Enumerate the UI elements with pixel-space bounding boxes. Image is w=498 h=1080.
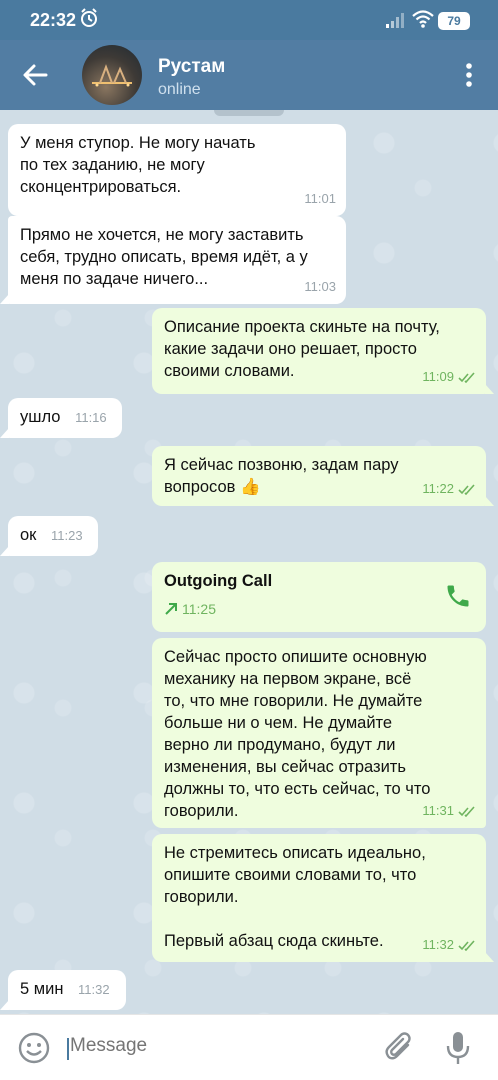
emoji-icon[interactable]: [18, 1032, 50, 1064]
message-text: ушло: [20, 408, 61, 426]
message-outgoing[interactable]: Сейчас просто опишите основную механику …: [152, 638, 486, 828]
double-check-icon: [458, 805, 475, 817]
message-list[interactable]: У меня ступор. Не могу начать по тех зад…: [0, 110, 498, 1014]
message-time: 11:31: [422, 803, 454, 818]
scroll-indicator: [214, 110, 284, 116]
chat-header[interactable]: Рустам online: [0, 40, 498, 110]
message-input[interactable]: [70, 1035, 360, 1057]
alarm-icon: [81, 8, 97, 27]
message-time: 11:01: [304, 191, 336, 206]
message-text: У меня ступор. Не могу начать по тех зад…: [20, 134, 256, 196]
double-check-icon: [458, 939, 475, 951]
battery-indicator: 79: [438, 12, 470, 30]
text-cursor: [67, 1038, 69, 1060]
status-time: 22:32: [30, 10, 77, 30]
phone-call-icon[interactable]: [444, 582, 472, 610]
message-time: 11:32: [78, 982, 110, 997]
message-incoming[interactable]: ушло 11:16: [0, 398, 122, 438]
message-outgoing[interactable]: Не стремитесь описать идеально, опишите …: [152, 834, 494, 962]
message-time: 11:03: [304, 279, 336, 294]
outgoing-arrow-icon: [165, 603, 177, 615]
contact-name[interactable]: Рустам: [158, 56, 225, 78]
message-text: Сейчас просто опишите основную механику …: [164, 648, 431, 820]
call-title: Outgoing Call: [164, 572, 273, 590]
message-text: ок: [20, 526, 37, 544]
contact-status: online: [158, 81, 201, 98]
message-time: 11:22: [422, 481, 454, 496]
message-incoming[interactable]: Прямо не хочется, не могу заставить себя…: [0, 216, 346, 304]
message-incoming[interactable]: У меня ступор. Не могу начать по тех зад…: [8, 124, 346, 216]
status-bar: 22:32 79: [0, 0, 498, 40]
message-time: 11:23: [51, 528, 83, 543]
message-time: 11:16: [75, 410, 107, 425]
message-text: Прямо не хочется, не могу заставить себя…: [20, 226, 308, 288]
double-check-icon: [458, 371, 475, 383]
more-options-icon[interactable]: [462, 62, 476, 88]
message-outgoing[interactable]: Описание проекта скиньте на почту, какие…: [152, 308, 494, 394]
message-outgoing[interactable]: Я сейчас позвоню, задам пару вопросов 👍 …: [152, 446, 494, 506]
call-time: 11:25: [182, 601, 216, 617]
contact-avatar[interactable]: [82, 45, 142, 105]
signal-icon: [386, 13, 404, 28]
message-incoming[interactable]: 5 мин 11:32: [0, 970, 126, 1010]
avatar-image: [92, 64, 132, 87]
message-incoming[interactable]: ок 11:23: [0, 516, 98, 556]
attach-icon[interactable]: [384, 1031, 416, 1065]
message-text: 5 мин: [20, 980, 64, 998]
message-composer: [0, 1014, 498, 1080]
message-time: 11:09: [422, 369, 454, 384]
call-message[interactable]: Outgoing Call 11:25: [152, 562, 486, 632]
message-time: 11:32: [422, 937, 454, 952]
wifi-icon: [412, 10, 434, 28]
double-check-icon: [458, 483, 475, 495]
microphone-icon[interactable]: [445, 1030, 471, 1066]
back-arrow-icon[interactable]: [20, 60, 50, 90]
